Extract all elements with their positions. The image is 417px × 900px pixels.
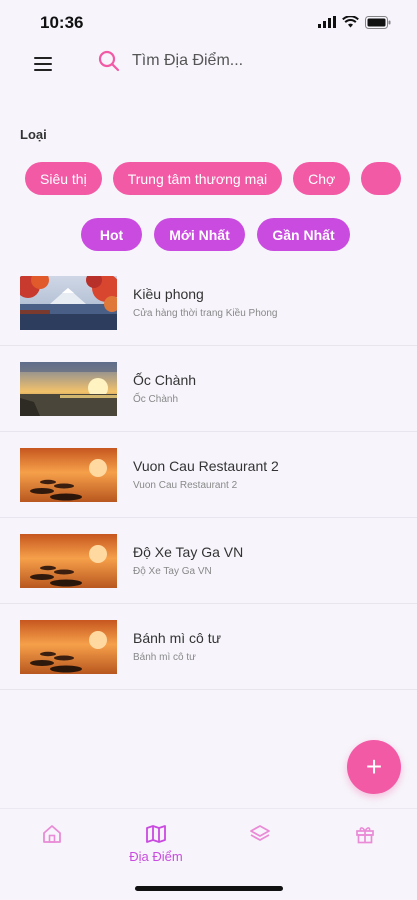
thumbnail-autumn-lake: [20, 275, 117, 330]
nav-item-gift[interactable]: [325, 823, 405, 845]
chip-partial[interactable]: [361, 162, 402, 195]
home-indicator: [135, 886, 283, 891]
thumbnail-sunset-stones: [20, 447, 117, 502]
gift-icon: [356, 827, 374, 844]
list-item-text: Bánh mì cô tư Bánh mì cô tư: [133, 630, 221, 663]
chip-moi-nhat[interactable]: Mới Nhất: [154, 218, 245, 251]
category-chips: Siêu thị Trung tâm thương mại Chợ: [25, 162, 402, 195]
status-time: 10:36: [40, 13, 84, 32]
list-item[interactable]: Ốc Chành Ốc Chành: [0, 346, 417, 432]
list-item-subtitle: Độ Xe Tay Ga VN: [133, 566, 212, 577]
list-item-subtitle: Vuon Cau Restaurant 2: [133, 480, 238, 491]
list-item-subtitle: Bánh mì cô tư: [133, 652, 196, 663]
map-icon: [146, 825, 166, 843]
chip-cho[interactable]: Chợ: [293, 162, 351, 195]
nav-item-dia-diem[interactable]: Địa Điểm: [116, 823, 196, 864]
nav-label-dia-diem: Địa Điểm: [129, 849, 183, 864]
chip-hot[interactable]: Hot: [81, 218, 142, 251]
list-item-title: Độ Xe Tay Ga VN: [133, 544, 244, 560]
add-place-button[interactable]: +: [347, 740, 401, 794]
cellular-signal-icon: [318, 16, 336, 28]
top-bar: [0, 44, 417, 84]
list-item-title: Bánh mì cô tư: [133, 630, 221, 646]
chip-sieu-thi[interactable]: Siêu thị: [25, 162, 102, 195]
search-bar: [98, 50, 392, 72]
chip-trung-tam-thuong-mai[interactable]: Trung tâm thương mại: [112, 162, 283, 195]
list-item-title: Kiều phong: [133, 286, 204, 302]
thumbnail-sunset-stones: [20, 619, 117, 674]
status-bar: 10:36: [0, 0, 417, 44]
sort-chips: Hot Mới Nhất Gần Nhất: [81, 218, 350, 251]
list-item[interactable]: Độ Xe Tay Ga VN Độ Xe Tay Ga VN: [0, 518, 417, 604]
menu-icon[interactable]: [34, 56, 52, 72]
nav-item-home[interactable]: [12, 823, 92, 845]
list-item[interactable]: Kiều phong Cửa hàng thời trang Kiều Phon…: [0, 260, 417, 346]
list-item-text: Kiều phong Cửa hàng thời trang Kiều Phon…: [133, 286, 277, 319]
search-input[interactable]: [132, 52, 392, 70]
list-item[interactable]: Bánh mì cô tư Bánh mì cô tư: [0, 604, 417, 690]
filter-section-label: Loại: [20, 127, 47, 142]
list-item-subtitle: Cửa hàng thời trang Kiều Phong: [133, 308, 278, 319]
layers-icon: [250, 825, 270, 841]
battery-icon: [365, 15, 391, 29]
chip-gan-nhat[interactable]: Gần Nhất: [257, 218, 350, 251]
list-item-text: Độ Xe Tay Ga VN Độ Xe Tay Ga VN: [133, 544, 243, 577]
thumbnail-sunset-sea: [20, 361, 117, 416]
list-item-text: Vuon Cau Restaurant 2 Vuon Cau Restauran…: [133, 458, 279, 491]
list-item-text: Ốc Chành Ốc Chành: [133, 372, 196, 405]
thumbnail-sunset-stones: [20, 533, 117, 588]
list-item-title: Ốc Chành: [133, 372, 197, 388]
wifi-icon: [342, 16, 359, 28]
list-item-title: Vuon Cau Restaurant 2: [133, 458, 279, 474]
places-list: Kiều phong Cửa hàng thời trang Kiều Phon…: [0, 260, 417, 690]
list-item-subtitle: Ốc Chành: [133, 394, 179, 405]
nav-item-layers[interactable]: [220, 823, 300, 845]
list-item[interactable]: Vuon Cau Restaurant 2 Vuon Cau Restauran…: [0, 432, 417, 518]
search-icon[interactable]: [98, 50, 120, 72]
home-icon: [43, 825, 61, 843]
status-icons: [318, 15, 391, 29]
